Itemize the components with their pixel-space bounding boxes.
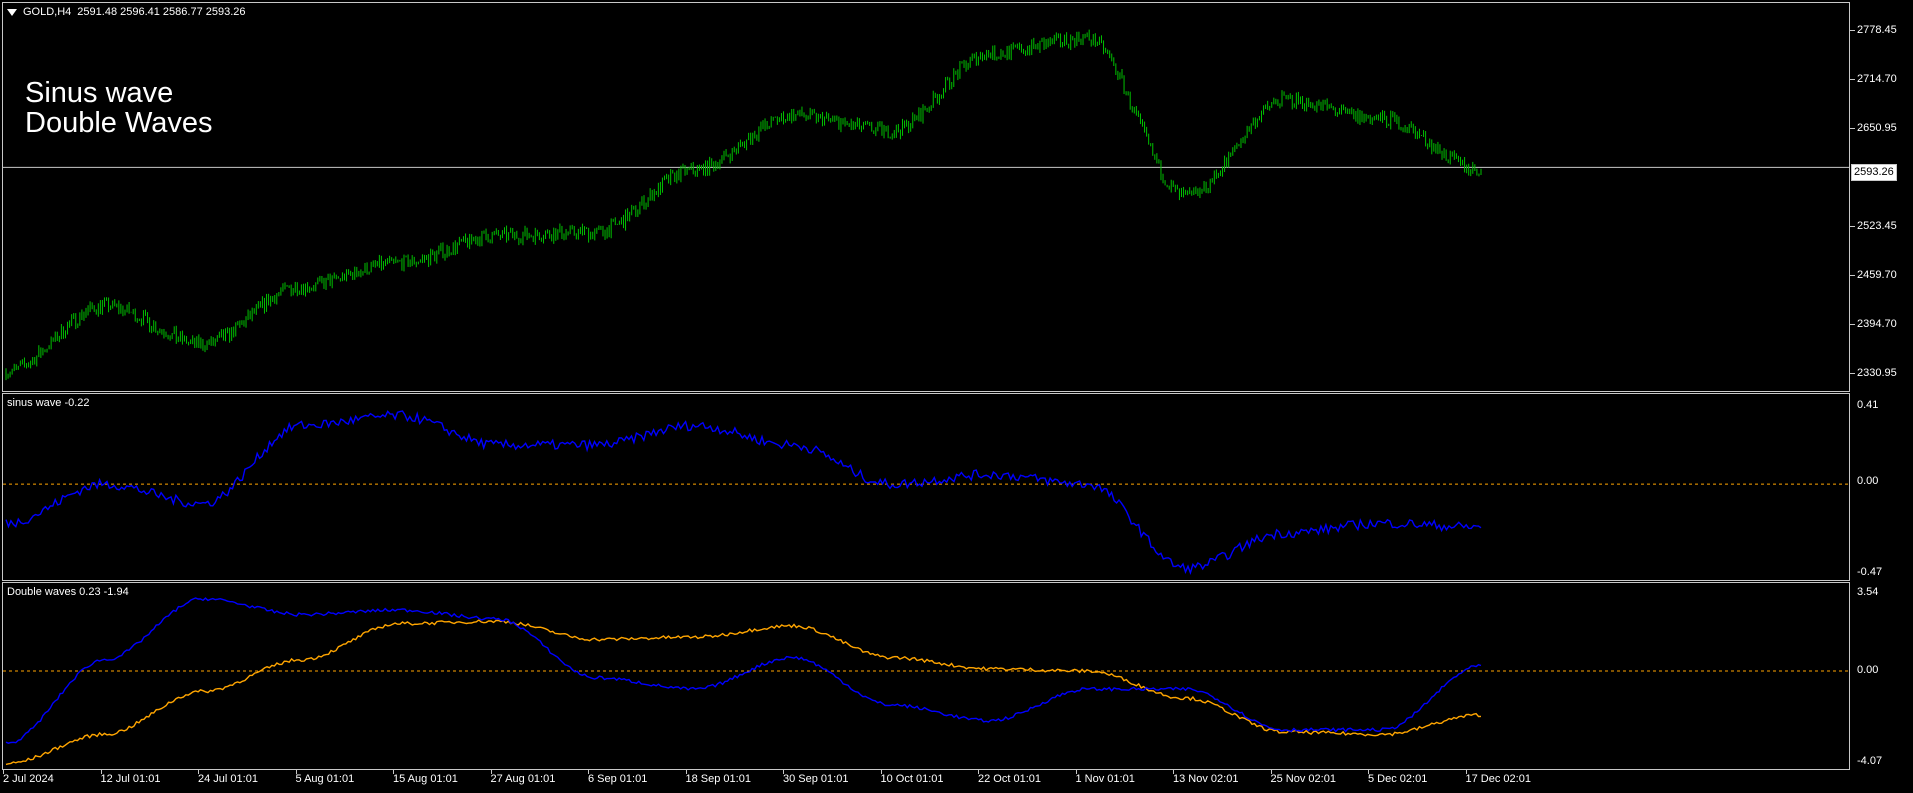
price-axis-label: 2459.70 xyxy=(1857,269,1897,281)
sinus-wave-title: sinus wave -0.22 xyxy=(7,397,90,409)
double-axis-label: 0.00 xyxy=(1857,664,1879,676)
time-axis-label: 25 Nov 02:01 xyxy=(1270,773,1336,785)
price-axis-tick xyxy=(1850,373,1855,374)
price-axis-tick xyxy=(1850,30,1855,31)
time-axis-label: 15 Aug 01:01 xyxy=(393,773,458,785)
sinus-axis-label: 0.41 xyxy=(1857,399,1879,411)
sinus-wave-line xyxy=(5,410,1482,576)
sinus-axis-label: 0.00 xyxy=(1857,475,1879,487)
price-axis-tick xyxy=(1850,128,1855,129)
double-waves-title: Double waves 0.23 -1.94 xyxy=(7,586,129,598)
current-price-label: 2593.26 xyxy=(1851,164,1897,181)
time-axis-label: 17 Dec 02:01 xyxy=(1465,773,1531,785)
price-chart-canvas[interactable] xyxy=(3,3,1849,391)
time-axis-label: 24 Jul 01:01 xyxy=(198,773,258,785)
ohlc-values: 2591.48 2596.41 2586.77 2593.26 xyxy=(77,6,246,18)
price-axis-label: 2714.70 xyxy=(1857,73,1897,85)
price-axis-label: 2394.70 xyxy=(1857,318,1897,330)
sinus-wave-panel[interactable]: sinus wave -0.22 xyxy=(2,393,1850,581)
price-axis-label: 2650.95 xyxy=(1857,122,1897,134)
price-axis-tick xyxy=(1850,226,1855,227)
time-axis-label: 12 Jul 01:01 xyxy=(100,773,161,785)
time-axis-label: 18 Sep 01:01 xyxy=(685,773,751,785)
time-axis-label: 27 Aug 01:01 xyxy=(490,773,556,785)
time-axis-label: 30 Sep 01:01 xyxy=(783,773,849,785)
price-axis-tick xyxy=(1850,79,1855,80)
time-axis-label: 13 Nov 02:01 xyxy=(1173,773,1239,785)
time-axis-label: 5 Aug 01:01 xyxy=(295,773,355,785)
time-axis-label: 5 Dec 02:01 xyxy=(1368,773,1428,785)
time-axis-label: 1 Nov 01:01 xyxy=(1075,773,1135,785)
double-axis-label: 3.54 xyxy=(1857,586,1879,598)
symbol-name: GOLD,H4 xyxy=(23,6,72,18)
overlay-title-line2: Double Waves xyxy=(25,107,213,139)
sinus-axis-label: -0.47 xyxy=(1857,566,1883,578)
price-axis-tick xyxy=(1850,275,1855,276)
price-axis-label: 2523.45 xyxy=(1857,220,1897,232)
price-axis-label: 2330.95 xyxy=(1857,367,1897,379)
dropdown-triangle-icon[interactable] xyxy=(7,8,17,16)
price-axis-tick xyxy=(1850,324,1855,325)
double-wave-orange-line xyxy=(5,619,1482,766)
price-axis-label: 2778.45 xyxy=(1857,24,1897,36)
symbol-header: GOLD,H4 2591.48 2596.41 2586.77 2593.26 xyxy=(7,6,252,18)
double-waves-panel[interactable]: Double waves 0.23 -1.94 xyxy=(2,582,1850,770)
double-waves-canvas[interactable] xyxy=(3,583,1849,769)
time-axis-label: 10 Oct 01:01 xyxy=(880,773,944,785)
time-axis-label: 22 Oct 01:01 xyxy=(978,773,1041,785)
time-axis-label: 2 Jul 2024 xyxy=(3,773,54,785)
double-axis-label: -4.07 xyxy=(1857,755,1883,767)
sinus-wave-canvas[interactable] xyxy=(3,394,1849,580)
price-chart-panel[interactable]: GOLD,H4 2591.48 2596.41 2586.77 2593.26 S… xyxy=(2,2,1850,392)
time-axis-label: 6 Sep 01:01 xyxy=(588,773,648,785)
overlay-title-line1: Sinus wave xyxy=(25,77,174,109)
